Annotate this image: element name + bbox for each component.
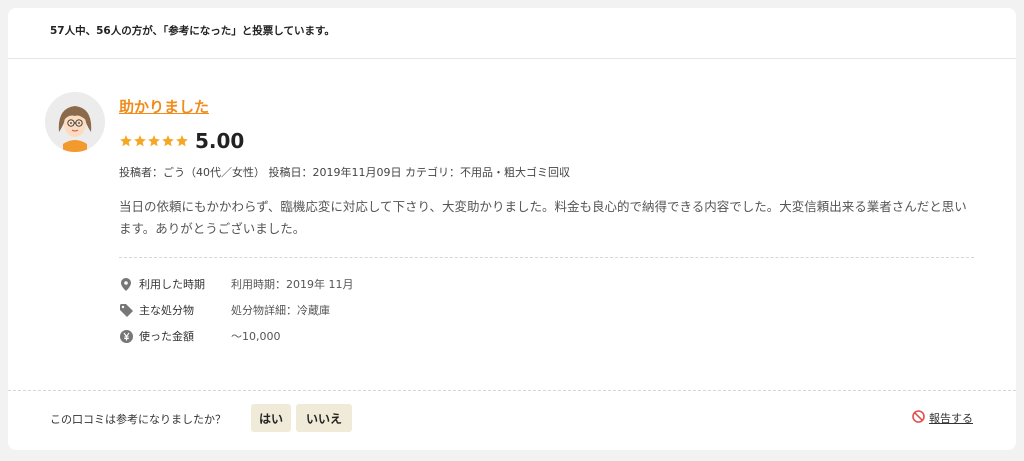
detail-value: 処分物詳細：冷蔵庫	[231, 304, 330, 317]
star-icon	[134, 135, 146, 147]
detail-label: 利用した時期	[139, 278, 205, 291]
star-icon	[120, 135, 132, 147]
review-card: 57人中、56人の方が、「参考になった」と投票しています。 助かりました 5.0…	[8, 8, 1016, 450]
review-meta: 投稿者：ごう（40代／女性） 投稿日：2019年11月09日 カテゴリ：不用品・…	[119, 166, 570, 179]
detail-row-price: 使った金額 〜10,000	[119, 328, 281, 344]
divider	[8, 58, 1016, 59]
prohibited-icon	[912, 410, 925, 426]
divider	[8, 390, 1016, 391]
detail-value: 利用時期：2019年 11月	[231, 278, 354, 291]
detail-row-period: 利用した時期 利用時期：2019年 11月	[119, 276, 354, 292]
detail-label: 使った金額	[139, 330, 194, 343]
helpful-votes-text: 57人中、56人の方が、「参考になった」と投票しています。	[50, 25, 335, 37]
helpful-yes-button[interactable]: はい	[251, 404, 291, 432]
detail-value: 〜10,000	[231, 330, 281, 343]
helpful-no-button[interactable]: いいえ	[296, 404, 352, 432]
star-icon	[148, 135, 160, 147]
star-rating	[119, 134, 189, 148]
helpful-question: この口コミは参考になりましたか？	[50, 413, 226, 426]
detail-row-items: 主な処分物 処分物詳細：冷蔵庫	[119, 302, 330, 318]
reviewer-avatar-icon	[45, 92, 105, 152]
review-body: 当日の依頼にもかかわらず、臨機応変に対応して下さり、大変助かりました。料金も良心…	[119, 199, 967, 236]
rating-score: 5.00	[195, 129, 245, 153]
review-title-link[interactable]: 助かりました	[119, 96, 209, 117]
tag-icon	[119, 303, 133, 317]
report-link[interactable]: 報告する	[912, 410, 973, 426]
star-icon	[176, 135, 188, 147]
detail-label: 主な処分物	[139, 304, 194, 317]
star-icon	[162, 135, 174, 147]
report-label: 報告する	[929, 412, 973, 425]
map-pin-icon	[119, 277, 133, 291]
divider	[119, 257, 974, 258]
yen-icon	[119, 329, 133, 343]
avatar	[45, 92, 105, 152]
